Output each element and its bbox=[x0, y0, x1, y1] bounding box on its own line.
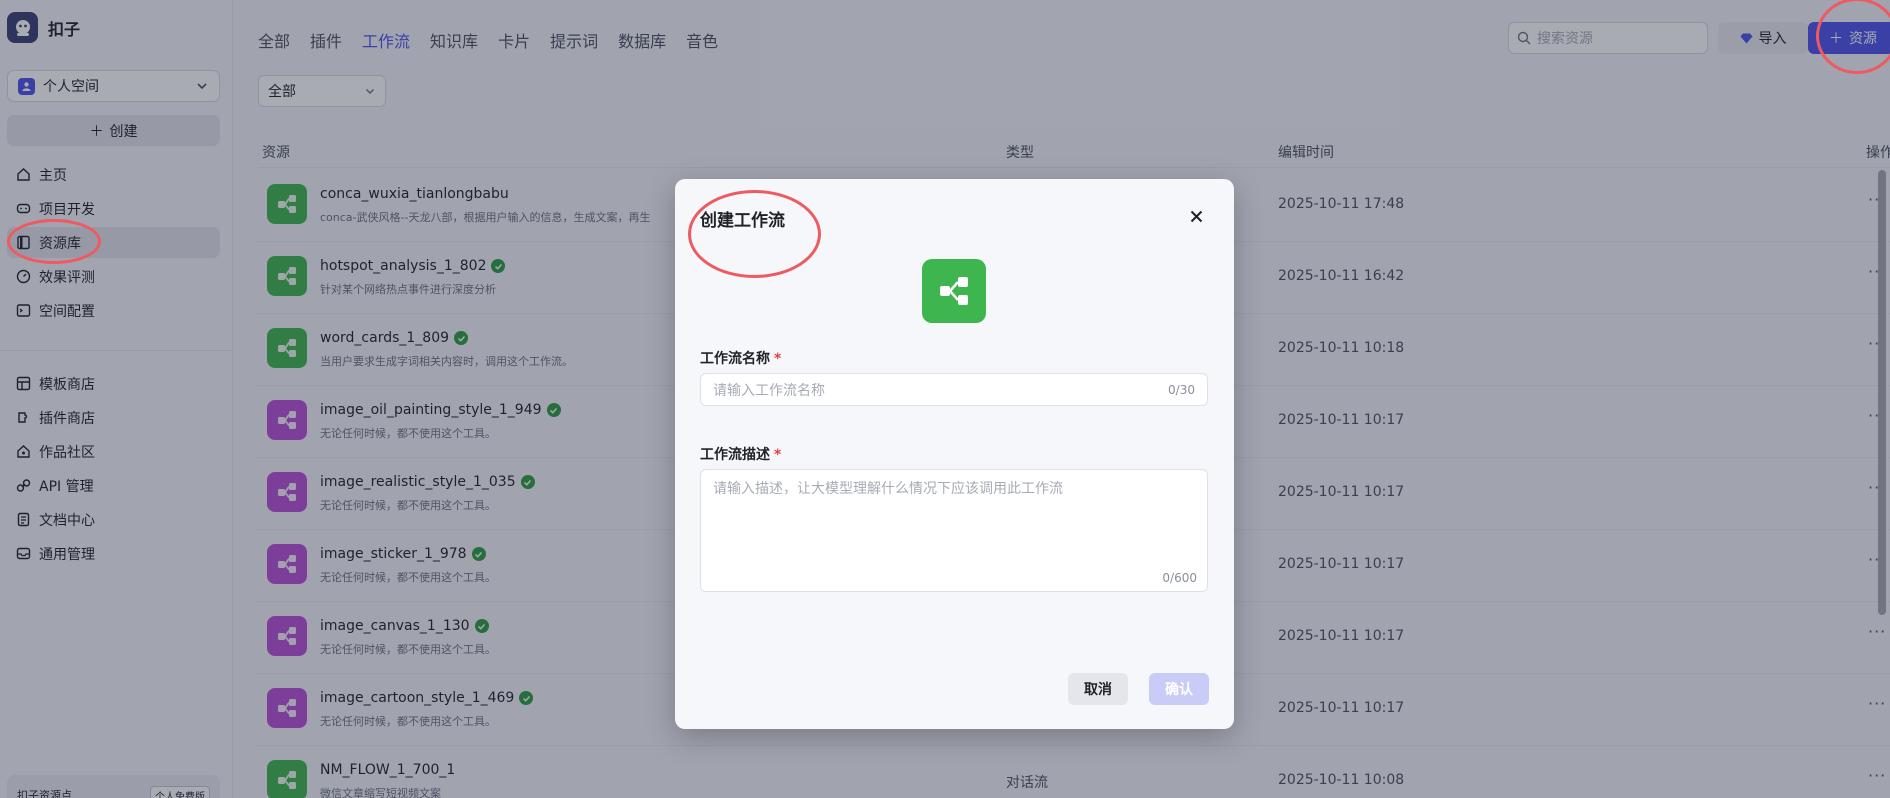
desc-label-text: 工作流描述 bbox=[700, 447, 770, 463]
cancel-button[interactable]: 取消 bbox=[1068, 673, 1128, 705]
workflow-description-textarea[interactable]: 请输入描述，让大模型理解什么情况下应该调用此工作流 0/600 bbox=[700, 469, 1208, 592]
name-label-text: 工作流名称 bbox=[700, 351, 770, 367]
close-button[interactable] bbox=[1185, 205, 1207, 227]
workflow-icon[interactable] bbox=[922, 259, 986, 323]
annotation-circle-dialog-title bbox=[688, 190, 821, 278]
name-placeholder: 请输入工作流名称 bbox=[713, 382, 825, 399]
desc-char-counter: 0/600 bbox=[1162, 571, 1197, 585]
name-char-counter: 0/30 bbox=[1168, 382, 1195, 397]
required-mark: * bbox=[774, 447, 782, 463]
confirm-button[interactable]: 确认 bbox=[1149, 673, 1209, 705]
annotation-circle-resource-button bbox=[1816, 0, 1890, 74]
annotation-circle-library bbox=[7, 219, 101, 264]
close-icon bbox=[1190, 210, 1202, 222]
required-mark: * bbox=[774, 351, 782, 367]
workflow-name-input[interactable]: 请输入工作流名称 0/30 bbox=[700, 373, 1208, 406]
desc-placeholder: 请输入描述，让大模型理解什么情况下应该调用此工作流 bbox=[713, 481, 1063, 497]
name-field-label: 工作流名称 * bbox=[700, 348, 781, 368]
desc-field-label: 工作流描述 * bbox=[700, 444, 781, 464]
